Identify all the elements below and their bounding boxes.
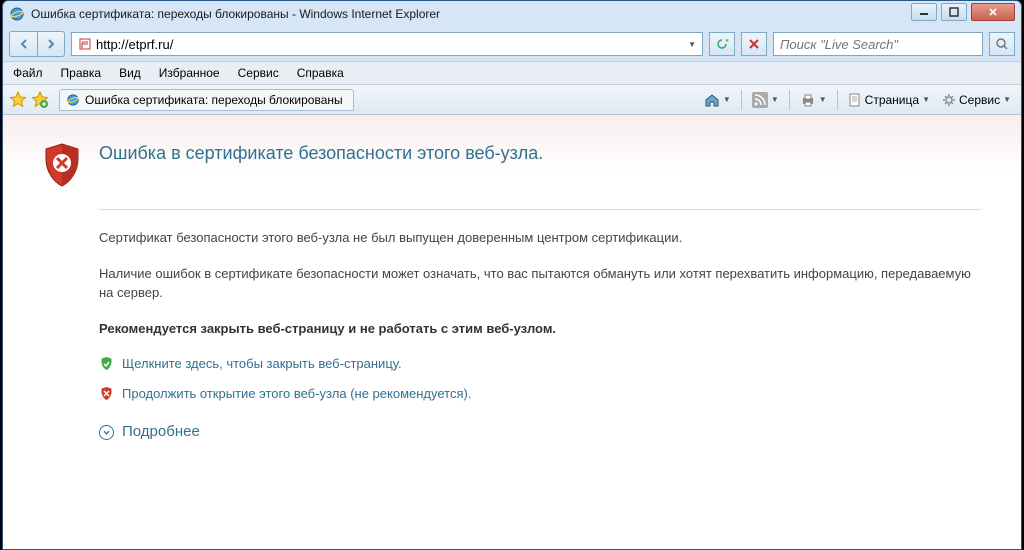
divider <box>99 209 981 210</box>
page-menu[interactable]: Страница▼ <box>844 89 934 111</box>
continue-text: Продолжить открытие этого веб-узла (не р… <box>122 384 471 404</box>
separator <box>741 90 742 110</box>
chevron-down-icon: ▼ <box>819 95 827 104</box>
print-button[interactable]: ▼ <box>796 89 831 111</box>
add-favorite-icon[interactable] <box>31 91 49 109</box>
search-input[interactable] <box>780 37 976 52</box>
address-bar[interactable]: ί ▼ <box>71 32 703 56</box>
nav-buttons <box>9 31 65 57</box>
recommendation-text: Рекомендуется закрыть веб-страницу и не … <box>99 319 981 339</box>
ie-logo-icon <box>66 93 80 107</box>
menu-favorites[interactable]: Избранное <box>159 66 220 80</box>
more-info-text: Подробнее <box>122 421 200 444</box>
shield-error-icon <box>43 143 81 187</box>
maximize-button[interactable] <box>941 3 967 21</box>
menu-view[interactable]: Вид <box>119 66 141 80</box>
stop-button[interactable] <box>741 32 767 56</box>
search-box[interactable] <box>773 32 983 56</box>
shield-warn-icon <box>99 386 114 401</box>
separator <box>837 90 838 110</box>
url-input[interactable] <box>96 37 684 52</box>
error-text-1: Сертификат безопасности этого веб-узла н… <box>99 228 981 248</box>
browser-window: Ошибка сертификата: переходы блокированы… <box>2 0 1022 550</box>
home-button[interactable]: ▼ <box>700 89 735 111</box>
search-icon <box>995 37 1009 51</box>
close-page-link[interactable]: Щелкните здесь, чтобы закрыть веб-страни… <box>99 354 981 374</box>
chevron-down-icon: ▼ <box>771 95 779 104</box>
menu-help[interactable]: Справка <box>297 66 344 80</box>
forward-button[interactable] <box>37 31 65 57</box>
feeds-button[interactable]: ▼ <box>748 89 783 111</box>
tab-title: Ошибка сертификата: переходы блокированы <box>85 93 343 107</box>
shield-ok-icon <box>99 356 114 371</box>
error-body: Сертификат безопасности этого веб-узла н… <box>99 209 981 444</box>
tools-menu[interactable]: Сервис▼ <box>938 89 1015 111</box>
chevron-down-icon: ▼ <box>1003 95 1011 104</box>
rss-icon <box>752 92 768 108</box>
menu-file[interactable]: Файл <box>13 66 43 80</box>
address-dropdown-icon[interactable]: ▼ <box>688 40 696 49</box>
close-icon <box>988 7 998 17</box>
window-title: Ошибка сертификата: переходы блокированы… <box>31 7 1015 21</box>
refresh-icon <box>715 37 729 51</box>
minimize-icon <box>919 7 929 17</box>
page-label: Страница <box>865 93 919 107</box>
page-content: Ошибка в сертификате безопасности этого … <box>3 115 1021 549</box>
chevron-down-icon: ▼ <box>723 95 731 104</box>
close-page-text: Щелкните здесь, чтобы закрыть веб-страни… <box>122 354 402 374</box>
minimize-button[interactable] <box>911 3 937 21</box>
error-header: Ошибка в сертификате безопасности этого … <box>43 143 981 205</box>
error-heading: Ошибка в сертификате безопасности этого … <box>99 143 543 164</box>
menu-edit[interactable]: Правка <box>61 66 102 80</box>
expand-icon <box>99 425 114 440</box>
more-info-link[interactable]: Подробнее <box>99 421 981 444</box>
menubar: Файл Правка Вид Избранное Сервис Справка <box>3 61 1021 85</box>
tools-label: Сервис <box>959 93 1000 107</box>
search-button[interactable] <box>989 32 1015 56</box>
separator <box>789 90 790 110</box>
gear-icon <box>942 93 956 107</box>
page-icon <box>848 93 862 107</box>
home-icon <box>704 92 720 108</box>
forward-arrow-icon <box>44 37 58 51</box>
favorites-star-icon[interactable] <box>9 91 27 109</box>
titlebar: Ошибка сертификата: переходы блокированы… <box>3 1 1021 27</box>
address-bar-row: ί ▼ <box>3 27 1021 61</box>
refresh-button[interactable] <box>709 32 735 56</box>
command-bar: Ошибка сертификата: переходы блокированы… <box>3 85 1021 115</box>
svg-text:ί: ί <box>81 43 83 50</box>
maximize-icon <box>949 7 959 17</box>
back-arrow-icon <box>17 37 31 51</box>
error-text-2: Наличие ошибок в сертификате безопасност… <box>99 264 981 303</box>
continue-link[interactable]: Продолжить открытие этого веб-узла (не р… <box>99 384 981 404</box>
page-icon: ί <box>78 37 92 51</box>
menu-tools[interactable]: Сервис <box>238 66 279 80</box>
back-button[interactable] <box>9 31 37 57</box>
window-buttons <box>911 3 1015 21</box>
ie-logo-icon <box>9 6 25 22</box>
close-button[interactable] <box>971 3 1015 21</box>
active-tab[interactable]: Ошибка сертификата: переходы блокированы <box>59 89 354 111</box>
cert-error-page: Ошибка в сертификате безопасности этого … <box>3 115 1021 549</box>
chevron-down-icon: ▼ <box>922 95 930 104</box>
print-icon <box>800 92 816 108</box>
stop-x-icon <box>748 38 760 50</box>
